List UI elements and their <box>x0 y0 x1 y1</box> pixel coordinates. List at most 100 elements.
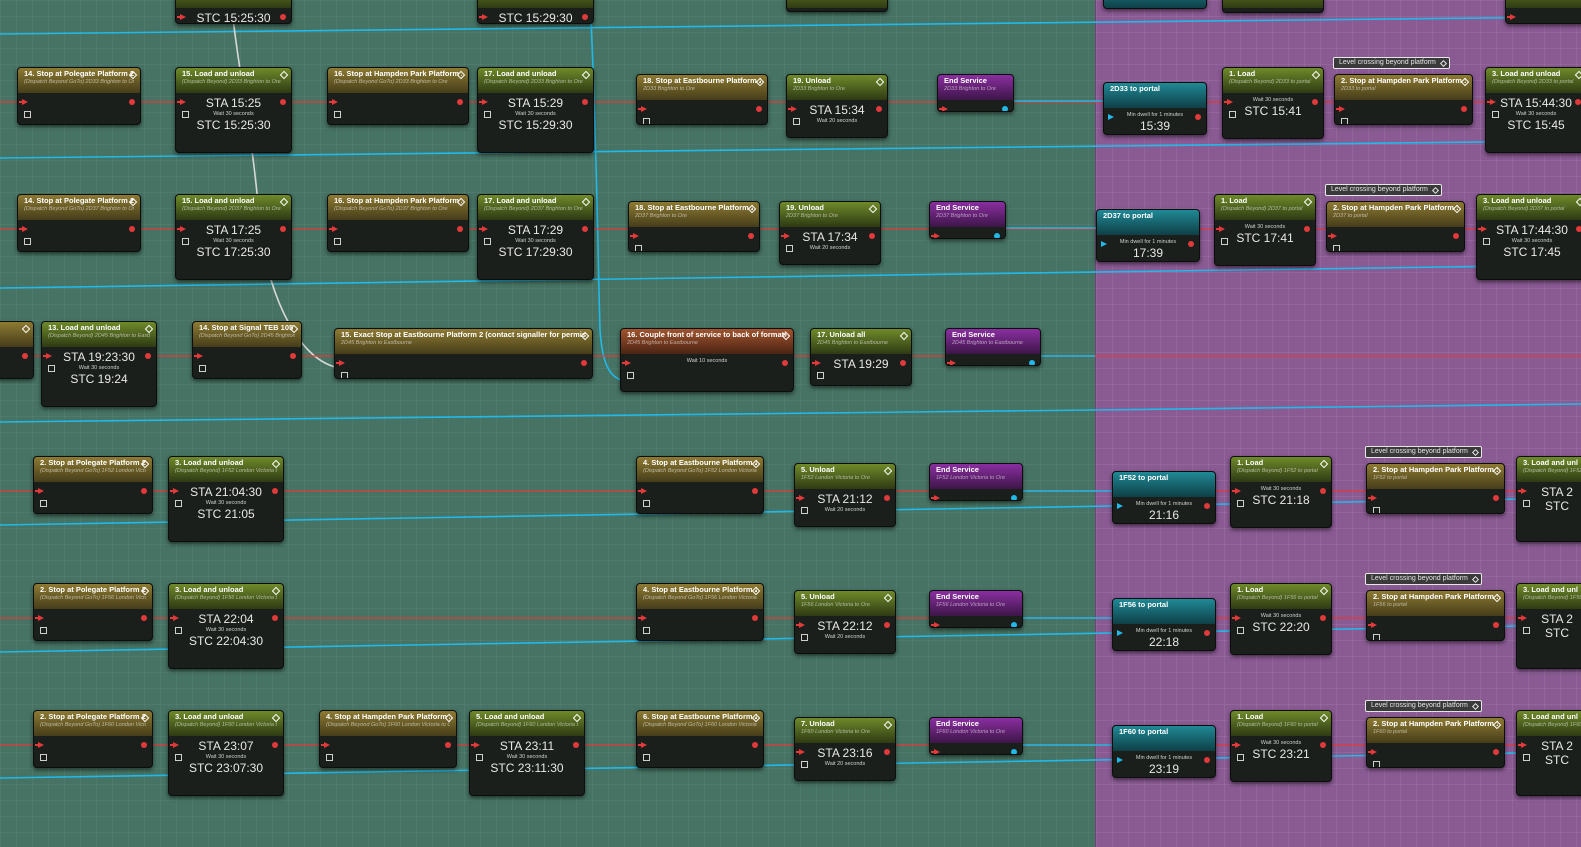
node-stop[interactable]: 4. Stop at Hampden Park Platform 2 (Dispa… <box>319 710 457 768</box>
node-header[interactable]: 3. Load and unload (Dispatch Beyond) 1F60… <box>169 711 283 736</box>
node-header[interactable]: 1. Load (Dispatch Beyond) 1F56 to portal <box>1231 584 1331 609</box>
node-portal[interactable]: 1F60 to portal Min dwell for 1 minutes 23:… <box>1112 725 1216 778</box>
dispatch-pin-icon[interactable] <box>40 500 47 507</box>
node-header[interactable]: 1. Load (Dispatch Beyond) 1F60 to portal <box>1231 711 1331 736</box>
dispatch-pin-icon[interactable] <box>635 245 642 251</box>
node-header[interactable]: 5. Unload 1F52 London Victoria to Ore <box>795 464 895 489</box>
node-header[interactable]: 15. Load and unload (Dispatch Beyond) 2D3… <box>176 195 291 220</box>
node-stop[interactable]: 14. Stop at Polegate Platform 2 (Dispatch… <box>17 194 141 252</box>
node-header[interactable]: 4. Stop at Eastbourne Platform 2 (Dispatc… <box>637 584 763 609</box>
exec-input-pin[interactable] <box>638 742 647 748</box>
exec-input-pin[interactable] <box>638 615 647 621</box>
node-load[interactable]: 17. Unload all 2D45 Brighton to Eastbourn… <box>810 328 912 386</box>
node-header[interactable]: 3. Load and unload (Dispatch Beyond) 1F52… <box>169 457 283 482</box>
exec-output-pin[interactable] <box>141 742 147 748</box>
exec-input-pin[interactable] <box>947 360 956 365</box>
exec-output-pin[interactable] <box>581 360 587 366</box>
dispatch-pin-icon[interactable] <box>643 627 650 634</box>
node-header[interactable]: 2. Stop at Hampden Park Platform 1 1F60 t… <box>1367 718 1504 743</box>
exec-output-pin[interactable] <box>129 226 135 232</box>
node-stop[interactable]: 18. Stop at Eastbourne Platform 2 2D37 Br… <box>628 201 760 252</box>
exec-output-pin[interactable] <box>22 353 28 359</box>
node-header[interactable] <box>787 0 887 8</box>
node-header[interactable]: 2. Stop at Polegate Platform 2 (Dispatch … <box>34 711 152 736</box>
node-load[interactable]: 3. Load and unl(Dispatch Beyond) 1F52 to… <box>1516 456 1581 542</box>
node-portal[interactable]: 1F52 to portal Min dwell for 1 minutes 21:… <box>1112 471 1216 524</box>
node-load[interactable] <box>1222 0 1324 13</box>
node-header[interactable]: 16. Stop at Hampden Park Platform 2 (Disp… <box>328 195 468 220</box>
portal-output-pin[interactable] <box>1029 360 1035 365</box>
node-header[interactable]: 18. Stop at Eastbourne Platform 2 2D37 Br… <box>629 202 759 227</box>
node-load[interactable]: 7. Unload 1F60 London Victoria to Ore STA … <box>794 717 896 781</box>
exec-input-pin[interactable] <box>1368 749 1377 755</box>
node-header[interactable]: m 2 <box>0 322 33 347</box>
level-crossing-comment[interactable]: Level crossing beyond platform <box>1333 57 1450 69</box>
node-header[interactable]: 2. Stop at Hampden Park Platform 1 2D37 t… <box>1327 202 1464 227</box>
node-stop[interactable]: 2. Stop at Hampden Park Platform 1 1F60 t… <box>1366 717 1505 768</box>
portal-output-pin[interactable] <box>994 233 1000 238</box>
portal-output-pin[interactable] <box>1011 495 1017 500</box>
node-load[interactable]: 5. Unload 1F52 London Victoria to Ore STA … <box>794 463 896 527</box>
node-stop[interactable]: 2. Stop at Polegate Platform 2 (Dispatch … <box>33 456 153 514</box>
node-load[interactable]: 3. Load and unload (Dispatch Beyond) 1F60… <box>168 710 284 796</box>
node-end[interactable]: End Service 2D45 Brighton to Eastbourne <box>945 328 1041 366</box>
node-load[interactable]: STC 15:25:30 <box>175 0 292 24</box>
node-header[interactable]: 1F56 to portal <box>1113 599 1215 624</box>
exec-input-pin[interactable] <box>329 99 338 105</box>
node-stop[interactable]: 2. Stop at Polegate Platform 2 (Dispatch … <box>33 710 153 768</box>
node-load[interactable]: 1. Load (Dispatch Beyond) 1F60 to portal W… <box>1230 710 1332 782</box>
node-header[interactable]: 7. Unload 1F60 London Victoria to Ore <box>795 718 895 743</box>
node-header[interactable]: 3. Load and unl(Dispatch Beyond) 1F60 to… <box>1517 711 1581 736</box>
exec-output-pin[interactable] <box>748 233 754 239</box>
exec-output-pin[interactable] <box>1493 749 1499 755</box>
exec-input-pin[interactable] <box>931 495 940 500</box>
node-header[interactable]: 17. Unload all 2D45 Brighton to Eastbourn… <box>811 329 911 354</box>
exec-output-pin[interactable] <box>141 488 147 494</box>
portal-output-pin[interactable] <box>1011 622 1017 627</box>
node-load[interactable]: 1. Load (Dispatch Beyond) 2D33 to portal W… <box>1222 67 1324 139</box>
dispatch-pin-icon[interactable] <box>24 238 31 245</box>
exec-input-pin[interactable] <box>19 226 28 232</box>
node-stop[interactable]: 2. Stop at Hampden Park Platform 1 1F52 t… <box>1366 463 1505 514</box>
node-end[interactable]: End Service 1F52 London Victoria to Ore <box>929 463 1023 501</box>
node-header[interactable]: 2D33 to portal <box>1104 83 1206 108</box>
exec-output-pin[interactable] <box>457 99 463 105</box>
node-end[interactable]: End Service 1F56 London Victoria to Ore <box>929 590 1023 628</box>
dispatch-pin-icon[interactable] <box>199 365 206 372</box>
node-load[interactable] <box>1505 0 1581 24</box>
node-stop[interactable]: 16. Stop at Hampden Park Platform 2 (Disp… <box>327 67 469 125</box>
node-stop[interactable]: 4. Stop at Eastbourne Platform 2 (Dispatc… <box>636 456 764 514</box>
node-load[interactable]: 19. Unload 2D33 Brighton to Ore STA 15:34 W… <box>786 74 888 138</box>
exec-input-pin[interactable] <box>35 615 44 621</box>
node-header[interactable]: 17. Load and unload (Dispatch Beyond) 2D3… <box>478 195 593 220</box>
blue-link-wire[interactable] <box>0 403 1581 423</box>
node-end[interactable]: End Service 2D33 Brighton to Ore <box>937 74 1014 112</box>
node-header[interactable]: End Service 1F56 London Victoria to Ore <box>930 591 1022 616</box>
node-header[interactable]: 3. Load and unload (Dispatch Beyond) 2D33… <box>1486 68 1581 93</box>
node-header[interactable]: 3. Load and unload (Dispatch Beyond) 1F56… <box>169 584 283 609</box>
exec-output-pin[interactable] <box>1493 495 1499 501</box>
node-header[interactable]: End Service 2D37 Brighton to Ore <box>930 202 1005 227</box>
node-stop[interactable]: 2. Stop at Hampden Park Platform 1 2D37 t… <box>1326 201 1465 252</box>
dispatch-pin-icon[interactable] <box>1373 761 1380 767</box>
node-stop[interactable]: 14. Stop at Signal TEB 105 (Dispatch Beyo… <box>192 321 302 379</box>
level-crossing-comment[interactable]: Level crossing beyond platform <box>1365 446 1482 458</box>
node-load[interactable]: 3. Load and unload (Dispatch Beyond) 1F52… <box>168 456 284 542</box>
exec-input-pin[interactable] <box>931 749 940 754</box>
node-load[interactable]: STC 15:29:30 <box>477 0 594 24</box>
node-stop[interactable]: 2. Stop at Hampden Park Platform 1 1F56 t… <box>1366 590 1505 641</box>
dispatch-pin-icon[interactable] <box>817 372 824 379</box>
node-load[interactable]: 3. Load and unl(Dispatch Beyond) 1F56 to… <box>1516 583 1581 669</box>
node-load[interactable] <box>786 0 888 12</box>
exec-output-pin[interactable] <box>445 742 451 748</box>
node-header[interactable]: 14. Stop at Signal TEB 105 (Dispatch Beyo… <box>193 322 301 347</box>
node-stop[interactable]: 2. Stop at Hampden Park Platform 1 2D33 t… <box>1334 74 1473 125</box>
node-header[interactable]: 1. Load (Dispatch Beyond) 1F52 to portal <box>1231 457 1331 482</box>
exec-input-pin[interactable] <box>1368 495 1377 501</box>
exec-input-pin[interactable] <box>321 742 330 748</box>
node-load[interactable]: 19. Unload 2D37 Brighton to Ore STA 17:34 W… <box>779 201 881 265</box>
node-header[interactable]: 3. Load and unl(Dispatch Beyond) 1F52 to… <box>1517 457 1581 482</box>
node-end[interactable]: End Service 2D37 Brighton to Ore <box>929 201 1006 239</box>
exec-input-pin[interactable] <box>931 622 940 627</box>
exec-output-pin[interactable] <box>756 106 762 112</box>
